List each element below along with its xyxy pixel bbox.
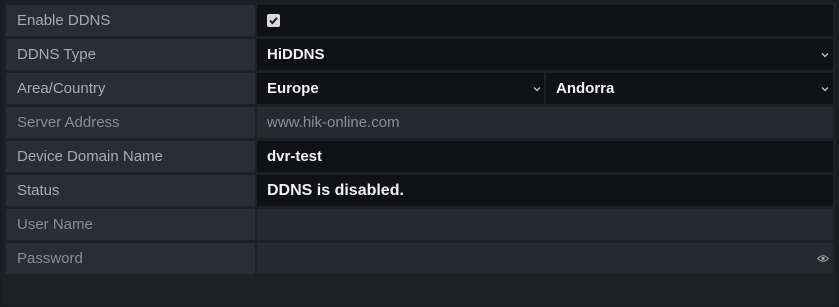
eye-icon[interactable] [817,254,829,263]
area-country-row: Area/Country Europe Andorra [6,73,833,104]
area-country-label: Area/Country [6,73,255,104]
status-cell: DDNS is disabled. [257,175,833,206]
status-value: DDNS is disabled. [267,182,404,199]
area-select[interactable]: Europe [257,73,544,104]
enable-ddns-row: Enable DDNS [6,5,833,36]
chevron-down-icon [533,87,541,92]
ddns-settings-panel: Enable DDNS DDNS Type HiDDNS Area/Countr… [3,2,836,305]
enable-ddns-label: Enable DDNS [6,5,255,36]
device-domain-name-value: dvr-test [267,148,323,165]
server-address-row: Server Address www.hik-online.com [6,107,833,138]
server-address-label: Server Address [6,107,255,138]
user-name-label: User Name [6,209,255,240]
area-value: Europe [267,80,319,97]
chevron-down-icon [821,87,829,92]
area-country-cell: Europe Andorra [257,73,833,104]
country-select[interactable]: Andorra [546,73,833,104]
server-address-value: www.hik-online.com [267,114,400,131]
ddns-type-select[interactable]: HiDDNS [257,39,833,70]
password-input [257,243,833,274]
device-domain-name-row: Device Domain Name dvr-test [6,141,833,172]
ddns-type-label: DDNS Type [6,39,255,70]
status-row: Status DDNS is disabled. [6,175,833,206]
user-name-input [257,209,833,240]
country-value: Andorra [556,80,615,97]
chevron-down-icon [821,53,829,58]
ddns-type-row: DDNS Type HiDDNS [6,39,833,70]
user-name-row: User Name [6,209,833,240]
password-row: Password [6,243,833,274]
password-label: Password [6,243,255,274]
device-domain-name-input[interactable]: dvr-test [257,141,833,172]
server-address-field: www.hik-online.com [257,107,833,138]
device-domain-name-label: Device Domain Name [6,141,255,172]
ddns-type-value: HiDDNS [267,46,325,63]
status-label: Status [6,175,255,206]
enable-ddns-checkbox[interactable] [267,14,280,27]
check-icon [269,17,278,25]
enable-ddns-cell [257,5,833,36]
